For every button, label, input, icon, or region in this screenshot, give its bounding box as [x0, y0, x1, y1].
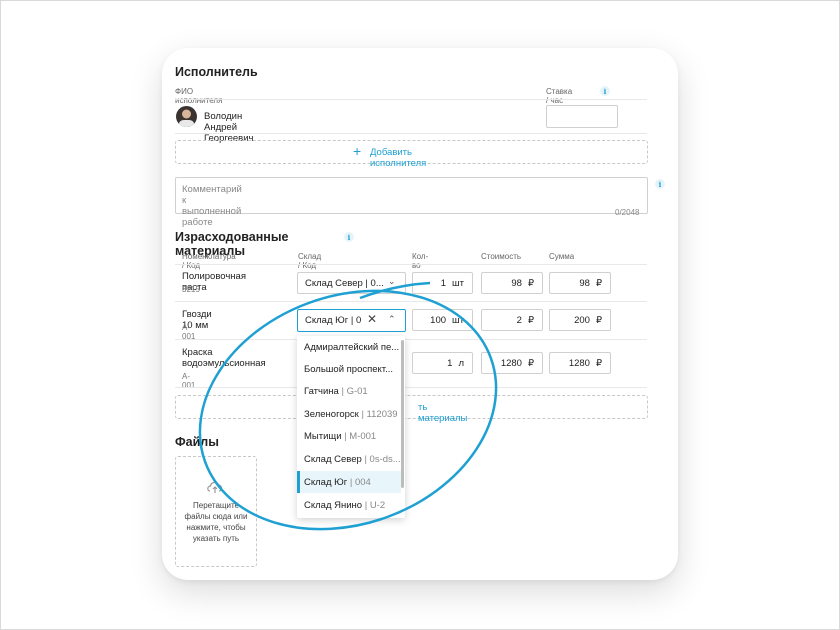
- column-warehouse: Склад / Код: [298, 252, 322, 270]
- option-code: | 0s-ds...: [364, 453, 401, 465]
- option-name: Склад Север: [304, 453, 362, 465]
- comment-info-icon[interactable]: i: [655, 179, 665, 189]
- warehouse-value: Склад Юг | 00: [305, 315, 361, 326]
- divider: [175, 339, 647, 340]
- option-name: Большой проспект...: [304, 363, 394, 375]
- warehouse-dropdown: Адмиралтейский пе... Большой проспект...…: [297, 336, 405, 518]
- comment-placeholder: Комментарий к выполненной работе: [182, 184, 242, 228]
- add-materials-button[interactable]: [175, 395, 648, 419]
- option-code: | G-01: [341, 385, 368, 397]
- warehouse-value: Склад Север | 0...: [305, 278, 383, 289]
- dropzone-text: Перетащите файлы сюда или нажмите, чтобы…: [184, 501, 248, 543]
- option-code: | 004: [349, 476, 371, 488]
- qty-value: 100: [430, 314, 447, 326]
- dropdown-option[interactable]: Большой проспект...: [297, 358, 401, 380]
- cost-input[interactable]: 2 ₽: [481, 309, 543, 331]
- sum-input[interactable]: 200 ₽: [549, 309, 611, 331]
- selection-bar: [297, 471, 300, 493]
- dropdown-option-selected[interactable]: Склад Юг | 004: [297, 471, 401, 493]
- cost-input[interactable]: 98 ₽: [481, 272, 543, 294]
- divider: [175, 264, 647, 265]
- option-name: Мытищи: [304, 430, 342, 442]
- qty-value: 1: [447, 357, 453, 369]
- currency: ₽: [595, 277, 602, 289]
- cost-value: 2: [516, 314, 522, 326]
- comment-field[interactable]: [175, 177, 648, 214]
- unit: л: [458, 357, 464, 369]
- option-name: Адмиралтейский пе...: [304, 341, 400, 353]
- qty-input[interactable]: 1л: [412, 352, 473, 374]
- sum-value: 98: [579, 277, 590, 289]
- qty-input[interactable]: 100 шт: [412, 309, 473, 331]
- dropdown-scrollbar[interactable]: [401, 340, 404, 488]
- option-name: Склад Янино: [304, 499, 363, 511]
- divider: [175, 133, 647, 134]
- plus-icon: +: [353, 143, 362, 159]
- files-title: Файлы: [175, 435, 219, 449]
- divider: [175, 301, 647, 302]
- add-materials-label: ть материалы: [418, 402, 468, 424]
- option-name: Зеленогорск: [304, 408, 359, 420]
- dropdown-option[interactable]: Мытищи | M-001: [297, 425, 401, 447]
- column-name: Номенклатура / Код: [182, 252, 236, 270]
- cost-input[interactable]: 1280 ₽: [481, 352, 543, 374]
- add-executor-label: Добавить исполнителя: [370, 147, 427, 169]
- option-name: Гатчина: [304, 385, 339, 397]
- rate-column: Ставка / час: [546, 87, 573, 105]
- chevron-down-icon: ⌄: [388, 276, 396, 286]
- material-name-line2: водоэмульсионная: [182, 358, 266, 369]
- materials-info-icon[interactable]: i: [344, 232, 354, 242]
- dropdown-option[interactable]: Склад Север | 0s-ds...: [297, 448, 401, 470]
- column-qty: Кол-во: [412, 252, 429, 270]
- comment-counter: 0/2048: [615, 208, 640, 217]
- option-name: Склад Юг: [304, 476, 348, 488]
- rate-input[interactable]: [546, 105, 618, 128]
- option-code: | 112039: [361, 408, 398, 420]
- dropdown-option[interactable]: Адмиралтейский пе...: [297, 336, 401, 358]
- executor-name-column: ФИО исполнителя: [175, 87, 223, 105]
- unit: шт: [452, 314, 464, 326]
- currency: ₽: [595, 357, 602, 369]
- executor-title: Исполнитель: [175, 65, 258, 79]
- currency: ₽: [527, 357, 534, 369]
- option-code: | M-001: [344, 430, 377, 442]
- cost-value: 1280: [500, 357, 522, 369]
- dropdown-option[interactable]: Гатчина | G-01: [297, 380, 401, 402]
- column-sum: Сумма: [549, 252, 575, 261]
- column-cost: Стоимость: [481, 252, 522, 261]
- material-name: Краска: [182, 347, 213, 358]
- qty-input[interactable]: 1 шт: [412, 272, 473, 294]
- cloud-upload-icon: [207, 481, 223, 493]
- option-code: | U-2: [364, 499, 386, 511]
- divider: [175, 99, 647, 100]
- sum-input[interactable]: 1280 ₽: [549, 352, 611, 374]
- chevron-up-icon[interactable]: ⌃: [388, 314, 396, 325]
- sum-input[interactable]: 98 ₽: [549, 272, 611, 294]
- rate-info-icon[interactable]: i: [600, 86, 610, 96]
- currency: ₽: [595, 314, 602, 326]
- sum-value: 1280: [568, 357, 590, 369]
- unit: шт: [452, 277, 464, 289]
- dropdown-option[interactable]: Склад Янино | U-2: [297, 494, 401, 516]
- sum-value: 200: [574, 314, 590, 326]
- divider: [175, 387, 647, 388]
- material-code: 3215: [182, 285, 200, 294]
- clear-icon[interactable]: ✕: [367, 312, 377, 326]
- qty-value: 1: [440, 277, 447, 289]
- cost-value: 98: [511, 277, 522, 289]
- currency: ₽: [527, 277, 534, 289]
- currency: ₽: [527, 314, 534, 326]
- avatar: [176, 106, 197, 127]
- dropdown-option[interactable]: Зеленогорск | 112039: [297, 403, 401, 425]
